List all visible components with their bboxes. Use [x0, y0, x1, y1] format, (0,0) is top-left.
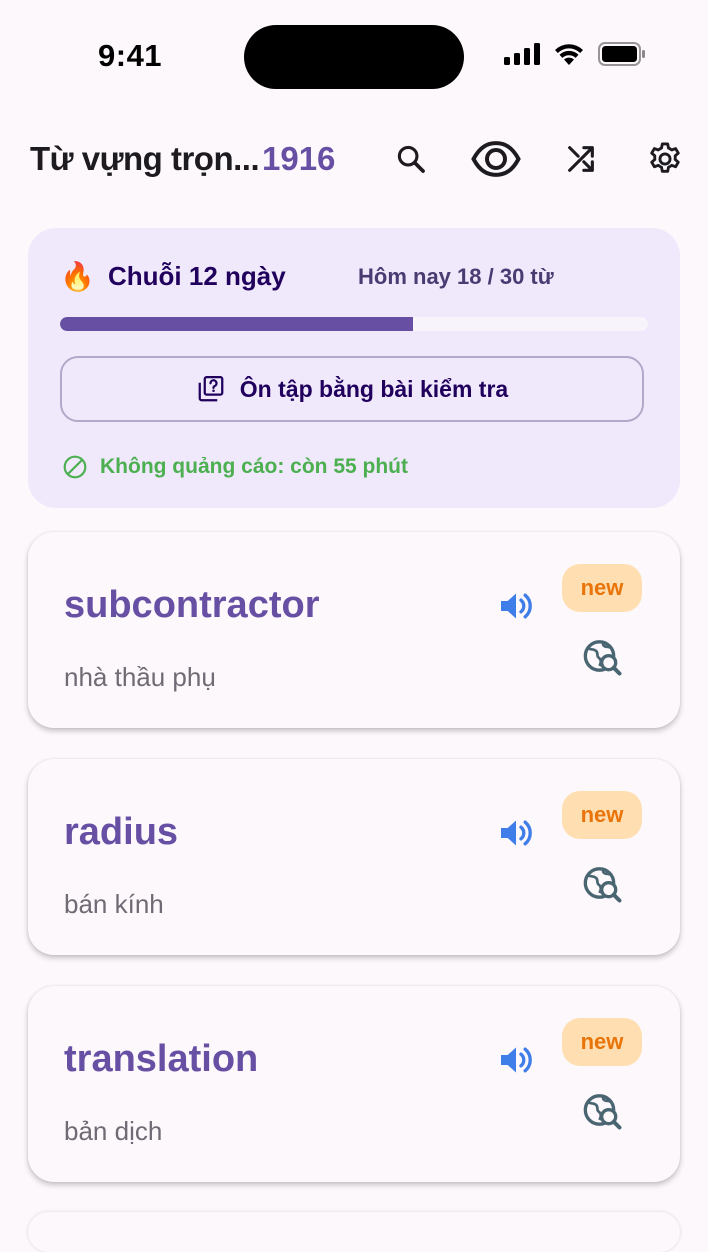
daily-progress-card: 🔥 Chuỗi 12 ngày Hôm nay 18 / 30 từ Ôn tậ…: [28, 228, 680, 508]
status-time: 9:41: [98, 38, 163, 73]
word-meaning: nhà thầu phụ: [64, 662, 216, 692]
block-icon: [63, 455, 87, 479]
new-badge: new: [562, 1018, 642, 1066]
wifi-icon: [555, 44, 583, 65]
gear-icon: [650, 142, 680, 173]
word-term: translation: [64, 1038, 259, 1080]
quiz-review-button[interactable]: Ôn tập bằng bài kiểm tra: [60, 356, 644, 422]
fire-icon: 🔥: [60, 261, 95, 292]
speaker-icon[interactable]: [496, 1040, 536, 1080]
search-icon: [397, 145, 425, 173]
speaker-icon[interactable]: [496, 586, 536, 626]
streak-label: Chuỗi 12 ngày: [108, 261, 286, 291]
new-badge: new: [562, 564, 642, 612]
web-lookup-icon[interactable]: [582, 636, 622, 676]
word-meaning: bản dịch: [64, 1116, 163, 1146]
status-icons: [504, 42, 646, 66]
word-card[interactable]: radius bán kính new: [28, 759, 680, 955]
daily-progress-fill: [60, 317, 413, 331]
word-card[interactable]: translation bản dịch new: [28, 986, 680, 1182]
eye-icon: [471, 141, 521, 177]
visibility-button[interactable]: [471, 134, 521, 184]
cellular-signal-icon: [504, 43, 540, 65]
page-title: Từ vựng trọn...: [30, 140, 260, 177]
shuffle-icon: [568, 146, 594, 172]
shuffle-button[interactable]: [556, 134, 606, 184]
battery-icon: [598, 42, 645, 66]
no-ads-status: Không quảng cáo: còn 55 phút: [62, 454, 408, 480]
word-card[interactable]: subcontractor nhà thầu phụ new: [28, 532, 680, 728]
dynamic-island: [244, 25, 464, 89]
daily-progress-bar: [60, 317, 648, 331]
word-card-partial[interactable]: [28, 1212, 680, 1252]
word-term: subcontractor: [64, 584, 320, 626]
status-bar: 9:41: [0, 0, 708, 110]
web-lookup-icon[interactable]: [582, 1090, 622, 1130]
word-term: radius: [64, 811, 179, 853]
word-meaning: bán kính: [64, 889, 164, 919]
quiz-icon: [198, 376, 224, 402]
speaker-icon[interactable]: [496, 813, 536, 853]
web-lookup-icon[interactable]: [582, 863, 622, 903]
today-progress-label: Hôm nay 18 / 30 từ: [358, 264, 554, 289]
word-count: 1916: [262, 140, 336, 177]
settings-button[interactable]: [640, 134, 690, 184]
new-badge: new: [562, 791, 642, 839]
quiz-review-label: Ôn tập bằng bài kiểm tra: [239, 375, 509, 402]
search-button[interactable]: [386, 134, 436, 184]
no-ads-label: Không quảng cáo: còn 55 phút: [100, 455, 408, 478]
app-header: Từ vựng trọn... 1916: [0, 130, 708, 190]
